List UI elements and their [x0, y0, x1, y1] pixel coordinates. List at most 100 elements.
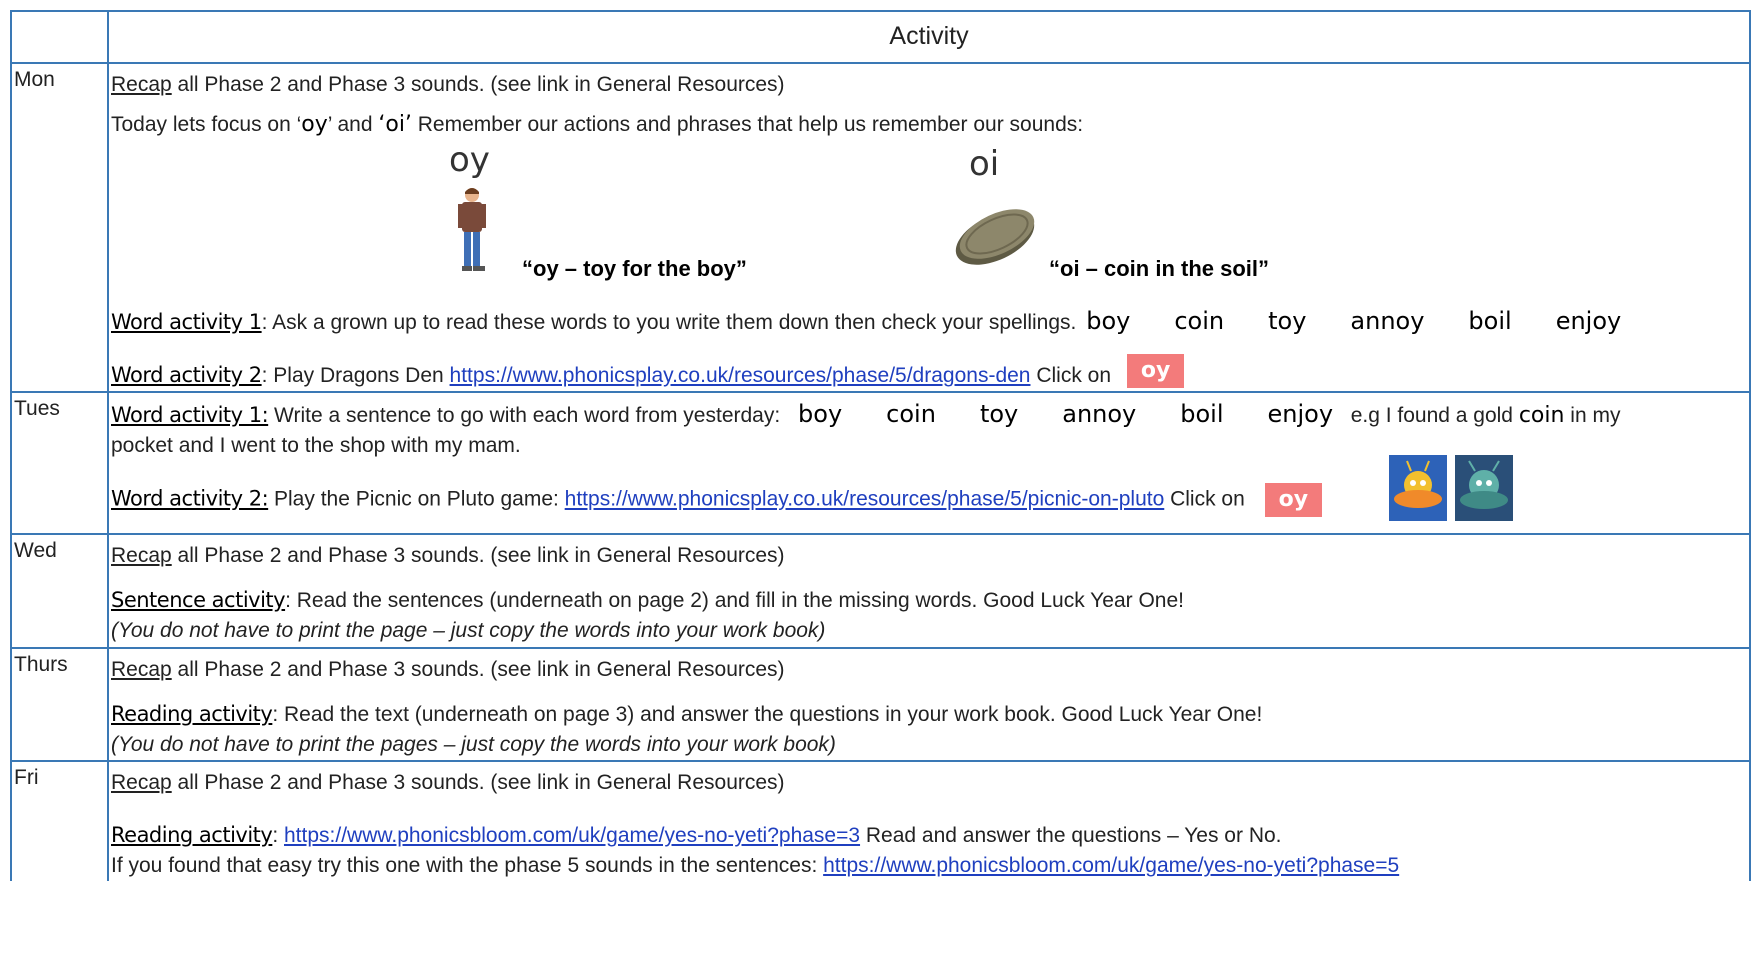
day-label-wed: Wed: [14, 539, 57, 562]
recap-label: Recap: [111, 73, 172, 96]
thurs-recap-line: Recap all Phase 2 and Phase 3 sounds. (s…: [109, 655, 1749, 685]
thurs-reading-activity: Reading activity: Read the text (underne…: [109, 699, 1749, 730]
mon-word-activity-1: Word activity 1: Ask a grown up to read …: [109, 306, 1749, 338]
word-boy: boy: [1086, 307, 1131, 335]
tuesday-activity-cell: Word activity 1: Write a sentence to go …: [107, 391, 1751, 535]
oy-button[interactable]: oy: [1126, 354, 1185, 389]
tues-word-list: boy coin toy annoy boil enjoy: [798, 400, 1341, 428]
eg-prefix: e.g I found a gold: [1350, 404, 1519, 427]
wed-recap-line: Recap all Phase 2 and Phase 3 sounds. (s…: [109, 541, 1749, 571]
tues-word-activity-1: Word activity 1: Write a sentence to go …: [109, 399, 1749, 431]
word-boil: boil: [1180, 400, 1224, 428]
oi-grapheme: oi: [969, 144, 1000, 184]
eg-word: coin: [1518, 403, 1565, 428]
boy-figure-icon: [458, 188, 486, 271]
yes-no-yeti-phase5-link[interactable]: https://www.phonicsbloom.com/uk/game/yes…: [823, 854, 1399, 877]
focus-oi: ‘oi’: [378, 112, 412, 137]
recap-label: Recap: [111, 544, 172, 567]
tuesday-row: Tues Word activity 1: Write a sentence t…: [10, 391, 1751, 535]
mon-wa2-text: : Play Dragons Den: [261, 364, 450, 387]
easy-text: If you found that easy try this one with…: [111, 854, 824, 877]
focus-prefix: Today lets focus on ‘: [111, 113, 302, 136]
word-annoy: annoy: [1350, 307, 1425, 335]
mon-focus-line: Today lets focus on ‘oy’ and ‘oi’ Rememb…: [109, 110, 1749, 140]
yes-no-yeti-phase3-link[interactable]: https://www.phonicsbloom.com/uk/game/yes…: [284, 824, 860, 847]
recap-text: all Phase 2 and Phase 3 sounds. (see lin…: [171, 658, 785, 681]
oy-grapheme: oy: [449, 140, 490, 180]
day-label-mon: Mon: [14, 68, 55, 91]
coin-icon: [955, 209, 1035, 265]
focus-oy: oy: [301, 112, 328, 137]
reading-activity-text: : Read the text (underneath on page 3) a…: [272, 703, 1263, 726]
recap-text: all Phase 2 and Phase 3 sounds. (see lin…: [171, 771, 785, 794]
reading-activity-label: Reading activity: [111, 823, 273, 847]
header-day-cell: [10, 10, 109, 64]
mon-wa1-text: : Ask a grown up to read these words to …: [261, 311, 1077, 334]
mon-wa1-label: Word activity 1: [111, 310, 262, 334]
fri-easy-line: If you found that easy try this one with…: [109, 851, 1749, 881]
reading-activity-sep: :: [272, 824, 284, 847]
lesson-plan-page: Activity Mon Recap all Phase 2 and Phase…: [0, 0, 1751, 975]
oy-phrase: “oy – toy for the boy”: [522, 256, 747, 281]
word-boy: boy: [798, 400, 843, 428]
header-activity-cell: Activity: [107, 10, 1751, 64]
tues-wa2-text: Play the Picnic on Pluto game:: [268, 487, 565, 511]
word-enjoy: enjoy: [1555, 307, 1622, 335]
friday-activity-cell: Recap all Phase 2 and Phase 3 sounds. (s…: [107, 760, 1751, 881]
word-annoy: annoy: [1062, 400, 1137, 428]
word-toy: toy: [1268, 307, 1307, 335]
monday-activity-cell: Recap all Phase 2 and Phase 3 sounds. (s…: [107, 62, 1751, 393]
thurs-note: (You do not have to print the pages – ju…: [111, 733, 836, 756]
wed-note: (You do not have to print the page – jus…: [111, 619, 826, 642]
wednesday-activity-cell: Recap all Phase 2 and Phase 3 sounds. (s…: [107, 533, 1751, 649]
reading-activity-label: Reading activity: [111, 702, 273, 726]
recap-label: Recap: [111, 771, 172, 794]
day-cell-wed: Wed: [10, 533, 109, 649]
recap-label: Recap: [111, 658, 172, 681]
alien-ufo-icon: [1455, 455, 1513, 521]
word-coin: coin: [1174, 307, 1225, 335]
word-coin: coin: [886, 400, 936, 428]
sentence-activity-label: Sentence activity: [111, 588, 286, 612]
mon-wa2-label: Word activity 2: [111, 363, 262, 387]
reading-activity-text: Read and answer the questions – Yes or N…: [860, 824, 1282, 847]
day-cell-tues: Tues: [10, 391, 109, 535]
day-label-tues: Tues: [14, 397, 60, 420]
wednesday-row: Wed Recap all Phase 2 and Phase 3 sounds…: [10, 533, 1751, 649]
mon-word-activity-2: Word activity 2: Play Dragons Den https:…: [109, 354, 1749, 391]
recap-text: all Phase 2 and Phase 3 sounds. (see lin…: [171, 544, 785, 567]
day-cell-mon: Mon: [10, 62, 109, 393]
mon-click-on: Click on: [1030, 364, 1112, 387]
oi-phrase: “oi – coin in the soil”: [1049, 256, 1270, 281]
wed-sentence-activity: Sentence activity: Read the sentences (u…: [109, 585, 1749, 616]
tues-wa2-label: Word activity 2:: [111, 486, 269, 511]
tues-wa1-label: Word activity 1:: [111, 403, 269, 427]
weekly-activity-table: Activity Mon Recap all Phase 2 and Phase…: [10, 10, 1751, 881]
word-toy: toy: [979, 400, 1019, 428]
mon-recap-line: Recap all Phase 2 and Phase 3 sounds. (s…: [109, 70, 1749, 100]
alien-ufo-icon: [1389, 455, 1447, 521]
header-row: Activity: [10, 10, 1751, 64]
thursday-row: Thurs Recap all Phase 2 and Phase 3 soun…: [10, 647, 1751, 762]
fri-recap-line: Recap all Phase 2 and Phase 3 sounds. (s…: [109, 768, 1749, 798]
tues-click-on: Click on: [1164, 487, 1245, 511]
day-label-fri: Fri: [14, 766, 39, 789]
word-boil: boil: [1468, 307, 1512, 335]
activity-heading: Activity: [889, 22, 969, 50]
word-enjoy: enjoy: [1267, 400, 1334, 428]
thursday-activity-cell: Recap all Phase 2 and Phase 3 sounds. (s…: [107, 647, 1751, 762]
mon-word-list: boy coin toy annoy boil enjoy: [1086, 307, 1621, 335]
day-label-thurs: Thurs: [14, 653, 68, 676]
oy-button[interactable]: oy: [1264, 483, 1323, 517]
tues-example: e.g I found a gold coin in my: [1350, 403, 1621, 428]
sound-cards: oy “oy – toy for the boy” oi “oi – coin …: [109, 140, 1749, 300]
day-cell-thurs: Thurs: [10, 647, 109, 762]
focus-suffix: Remember our actions and phrases that he…: [411, 113, 1084, 136]
day-cell-fri: Fri: [10, 760, 109, 881]
monday-row: Mon Recap all Phase 2 and Phase 3 sounds…: [10, 62, 1751, 393]
focus-mid: ’ and: [327, 113, 379, 136]
dragons-den-link[interactable]: https://www.phonicsplay.co.uk/resources/…: [450, 364, 1031, 387]
picnic-on-pluto-link[interactable]: https://www.phonicsplay.co.uk/resources/…: [565, 488, 1165, 511]
eg-suffix: in my: [1564, 404, 1621, 427]
tues-wa1-text: Write a sentence to go with each word fr…: [268, 404, 781, 427]
